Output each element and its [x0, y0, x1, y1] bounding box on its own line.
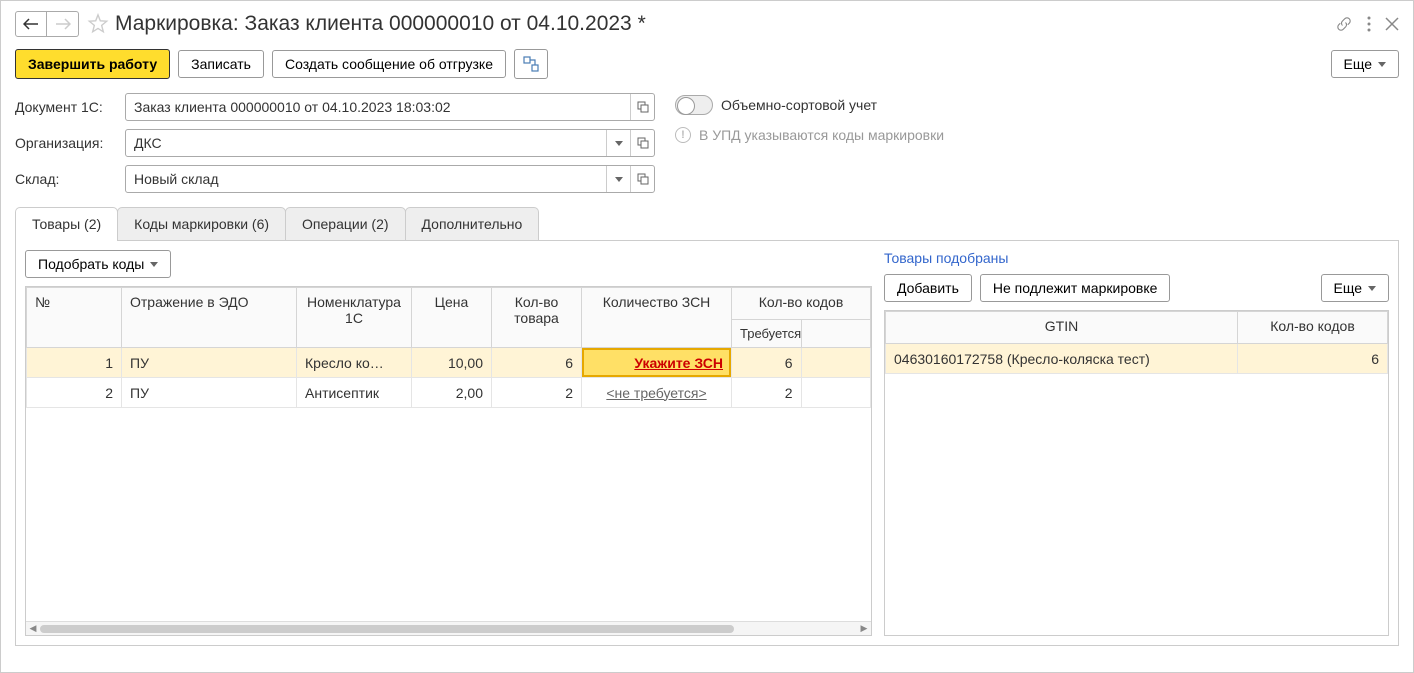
- org-dropdown-icon[interactable]: [606, 130, 630, 156]
- cell-qty: 2: [492, 378, 582, 408]
- cell-price: 10,00: [412, 348, 492, 378]
- th-qty-codes[interactable]: Кол-во кодов: [1238, 312, 1388, 344]
- doc-label: Документ 1С:: [15, 99, 125, 115]
- sklad-dropdown-icon[interactable]: [606, 166, 630, 192]
- page-title: Маркировка: Заказ клиента 000000010 от 0…: [115, 12, 646, 36]
- th-qty[interactable]: Кол-во товара: [492, 288, 582, 348]
- add-button[interactable]: Добавить: [884, 274, 972, 302]
- sklad-label: Склад:: [15, 171, 125, 187]
- cell-qty-codes: 6: [1238, 344, 1388, 374]
- cell-edo: ПУ: [122, 378, 297, 408]
- table-row[interactable]: 04630160172758 (Кресло-коляска тест) 6: [886, 344, 1388, 374]
- no-marking-button[interactable]: Не подлежит маркировке: [980, 274, 1171, 302]
- th-no[interactable]: №: [27, 288, 122, 348]
- org-value: ДКС: [126, 135, 606, 151]
- cell-no: 2: [27, 378, 122, 408]
- kebab-menu-icon[interactable]: [1367, 16, 1371, 32]
- create-shipment-msg-button[interactable]: Создать сообщение об отгрузке: [272, 50, 506, 78]
- cell-zsn[interactable]: <не требуется>: [582, 378, 732, 408]
- th-edo[interactable]: Отражение в ЭДО: [122, 288, 297, 348]
- cell-gtin: 04630160172758 (Кресло-коляска тест): [886, 344, 1238, 374]
- org-label: Организация:: [15, 135, 125, 151]
- goods-table[interactable]: № Отражение в ЭДО Номенклатура 1С Цена К…: [25, 286, 872, 636]
- sklad-open-icon[interactable]: [630, 166, 654, 192]
- tab-goods[interactable]: Товары (2): [15, 207, 118, 240]
- tab-marking-codes[interactable]: Коды маркировки (6): [117, 207, 286, 240]
- th-codes[interactable]: Кол-во кодов: [732, 288, 871, 320]
- th-gtin[interactable]: GTIN: [886, 312, 1238, 344]
- more-button-right[interactable]: Еще: [1321, 274, 1390, 302]
- cell-last: [801, 348, 871, 378]
- finish-work-button[interactable]: Завершить работу: [15, 49, 170, 79]
- table-row[interactable]: 2 ПУ Антисептик 2,00 2 <не требуется> 2: [27, 378, 871, 408]
- nav-forward-button[interactable]: [47, 11, 79, 37]
- scroll-left-icon[interactable]: ◀: [26, 622, 40, 636]
- scroll-right-icon[interactable]: ▶: [857, 622, 871, 636]
- doc-field[interactable]: Заказ клиента 000000010 от 04.10.2023 18…: [125, 93, 655, 121]
- info-text: В УПД указываются коды маркировки: [699, 127, 944, 143]
- more-button-top-label: Еще: [1344, 56, 1373, 72]
- cell-nom: Кресло ко…: [297, 348, 412, 378]
- table-row[interactable]: 1 ПУ Кресло ко… 10,00 6 Укажите ЗСН 6: [27, 348, 871, 378]
- doc-open-icon[interactable]: [630, 94, 654, 120]
- th-price[interactable]: Цена: [412, 288, 492, 348]
- cell-no: 1: [27, 348, 122, 378]
- gtin-table[interactable]: GTIN Кол-во кодов 04630160172758 (Кресло…: [884, 310, 1389, 636]
- sklad-field[interactable]: Новый склад: [125, 165, 655, 193]
- cell-edo: ПУ: [122, 348, 297, 378]
- zsn-link[interactable]: Укажите ЗСН: [634, 355, 723, 371]
- write-button[interactable]: Записать: [178, 50, 264, 78]
- tab-additional[interactable]: Дополнительно: [405, 207, 540, 240]
- h-scrollbar[interactable]: ◀ ▶: [26, 621, 871, 635]
- nav-back-button[interactable]: [15, 11, 47, 37]
- close-icon[interactable]: [1385, 17, 1399, 31]
- structure-icon-button[interactable]: [514, 49, 548, 79]
- volume-sort-toggle[interactable]: [675, 95, 713, 115]
- cell-qty: 6: [492, 348, 582, 378]
- more-button-right-label: Еще: [1334, 280, 1363, 296]
- th-nom[interactable]: Номенклатура 1С: [297, 288, 412, 348]
- cell-zsn[interactable]: Укажите ЗСН: [582, 348, 732, 378]
- th-required[interactable]: Требуется: [732, 320, 802, 348]
- cell-price: 2,00: [412, 378, 492, 408]
- link-icon[interactable]: [1335, 15, 1353, 33]
- tab-operations[interactable]: Операции (2): [285, 207, 406, 240]
- favorite-star-icon[interactable]: [87, 13, 109, 35]
- toggle-label: Объемно-сортовой учет: [721, 97, 877, 113]
- more-button-top[interactable]: Еще: [1331, 50, 1400, 78]
- cell-req: 2: [732, 378, 802, 408]
- org-open-icon[interactable]: [630, 130, 654, 156]
- sklad-value: Новый склад: [126, 171, 606, 187]
- not-required-link[interactable]: <не требуется>: [606, 385, 706, 401]
- org-field[interactable]: ДКС: [125, 129, 655, 157]
- th-zsn[interactable]: Количество ЗСН: [582, 288, 732, 348]
- pick-codes-button[interactable]: Подобрать коды: [25, 250, 171, 278]
- cell-req: 6: [732, 348, 802, 378]
- doc-value: Заказ клиента 000000010 от 04.10.2023 18…: [126, 99, 630, 115]
- cell-last: [801, 378, 871, 408]
- pick-codes-label: Подобрать коды: [38, 256, 144, 272]
- right-panel-title: Товары подобраны: [884, 250, 1389, 266]
- cell-nom: Антисептик: [297, 378, 412, 408]
- th-last[interactable]: [801, 320, 871, 348]
- info-icon: !: [675, 127, 691, 143]
